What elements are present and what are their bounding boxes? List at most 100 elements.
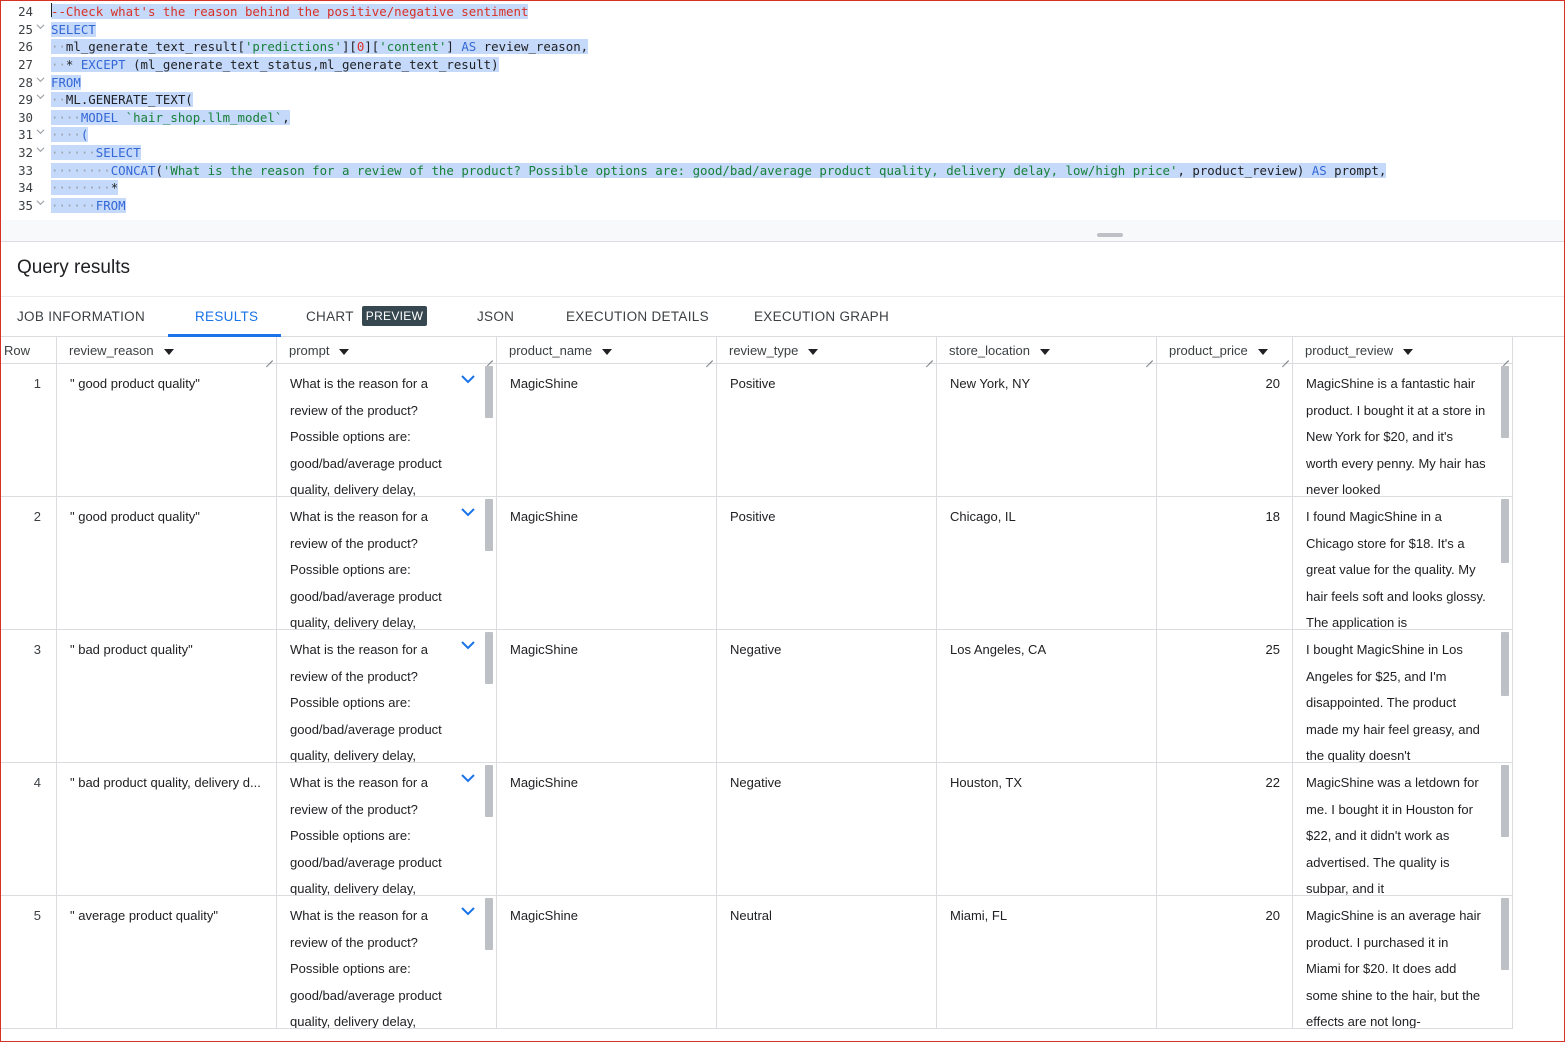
cell-scrollbar[interactable] (485, 366, 493, 494)
cell-product-review[interactable]: MagicShine is an average hair product. I… (1293, 896, 1513, 1028)
column-header-review-reason[interactable]: review_reason (57, 337, 277, 364)
cell-product-price[interactable]: 25 (1157, 630, 1293, 762)
cell-product-review[interactable]: I bought MagicShine in Los Angeles for $… (1293, 630, 1513, 762)
cell-product-name[interactable]: MagicShine (497, 497, 717, 629)
fold-chevron-icon[interactable] (36, 21, 46, 39)
code-line[interactable]: 25 SELECT (1, 21, 1564, 39)
cell-prompt[interactable]: What is the reason for a review of the p… (277, 763, 497, 895)
code-line[interactable]: 27 ··* EXCEPT (ml_generate_text_status,ml… (1, 56, 1564, 74)
cell-row[interactable]: 4 (1, 763, 57, 895)
sort-arrow-icon[interactable] (163, 339, 174, 366)
sort-arrow-icon[interactable] (1039, 339, 1050, 366)
cell-store-location[interactable]: Los Angeles, CA (937, 630, 1157, 762)
tab-execution-graph[interactable]: EXECUTION GRAPH (754, 297, 889, 337)
cell-review-type[interactable]: Positive (717, 497, 937, 629)
cell-store-location[interactable]: Miami, FL (937, 896, 1157, 1028)
code-line[interactable]: 28 FROM (1, 74, 1564, 92)
cell-review-reason[interactable]: " bad product quality, delivery d... (57, 763, 277, 895)
code-line[interactable]: 35 ······FROM (1, 197, 1564, 215)
code-line[interactable]: 26 ··ml_generate_text_result['predictions… (1, 38, 1564, 56)
cell-review-reason[interactable]: " good product quality" (57, 497, 277, 629)
cell-row[interactable]: 3 (1, 630, 57, 762)
sort-arrow-icon[interactable] (1403, 339, 1414, 366)
expand-chevron-icon[interactable] (460, 503, 476, 519)
fold-chevron-icon[interactable] (36, 126, 46, 144)
cell-review-type[interactable]: Negative (717, 763, 937, 895)
cell-scrollbar[interactable] (1501, 499, 1509, 627)
expand-chevron-icon[interactable] (460, 370, 476, 386)
expand-chevron-icon[interactable] (460, 902, 476, 918)
cell-store-location[interactable]: New York, NY (937, 364, 1157, 496)
cell-prompt[interactable]: What is the reason for a review of the p… (277, 896, 497, 1028)
cell-review-reason[interactable]: " bad product quality" (57, 630, 277, 762)
scrollbar-thumb[interactable] (1501, 499, 1509, 563)
scrollbar-thumb[interactable] (485, 632, 493, 684)
scrollbar-thumb[interactable] (485, 898, 493, 950)
cell-scrollbar[interactable] (1501, 366, 1509, 494)
code-line[interactable]: 33 ········CONCAT('What is the reason for… (1, 162, 1564, 180)
cell-row[interactable]: 5 (1, 896, 57, 1028)
cell-prompt[interactable]: What is the reason for a review of the p… (277, 497, 497, 629)
scrollbar-thumb[interactable] (1501, 632, 1509, 696)
cell-scrollbar[interactable] (1501, 898, 1509, 1026)
table-row[interactable]: 3 " bad product quality" What is the reaso… (1, 630, 1513, 763)
tab-json[interactable]: JSON (477, 297, 514, 337)
fold-chevron-icon[interactable] (36, 197, 46, 215)
cell-review-reason[interactable]: " average product quality" (57, 896, 277, 1028)
scrollbar-thumb[interactable] (485, 366, 493, 418)
cell-prompt[interactable]: What is the reason for a review of the p… (277, 630, 497, 762)
cell-prompt[interactable]: What is the reason for a review of the p… (277, 364, 497, 496)
fold-chevron-icon[interactable] (36, 144, 46, 162)
cell-scrollbar[interactable] (485, 632, 493, 760)
cell-product-price[interactable]: 22 (1157, 763, 1293, 895)
cell-review-type[interactable]: Neutral (717, 896, 937, 1028)
sort-arrow-icon[interactable] (1257, 339, 1268, 366)
cell-store-location[interactable]: Chicago, IL (937, 497, 1157, 629)
code-line[interactable]: 34 ········* (1, 179, 1564, 197)
cell-scrollbar[interactable] (1501, 765, 1509, 893)
column-resize-handle[interactable] (1145, 353, 1153, 361)
cell-scrollbar[interactable] (485, 765, 493, 893)
code-line[interactable]: 24 --Check what's the reason behind the p… (1, 3, 1564, 21)
column-header-row[interactable]: Row (1, 337, 57, 364)
cell-scrollbar[interactable] (485, 898, 493, 1026)
code-line[interactable]: 32 ······SELECT (1, 144, 1564, 162)
sort-arrow-icon[interactable] (808, 339, 819, 366)
cell-scrollbar[interactable] (485, 499, 493, 627)
tab-chart[interactable]: CHART PREVIEW (306, 297, 428, 337)
scrollbar-thumb[interactable] (485, 765, 493, 817)
code-line[interactable]: 29 ··ML.GENERATE_TEXT( (1, 91, 1564, 109)
column-header-review-type[interactable]: review_type (717, 337, 937, 364)
scrollbar-thumb[interactable] (1501, 765, 1509, 837)
cell-product-price[interactable]: 20 (1157, 896, 1293, 1028)
column-header-product-name[interactable]: product_name (497, 337, 717, 364)
column-resize-handle[interactable] (1501, 353, 1509, 361)
column-header-product-review[interactable]: product_review (1293, 337, 1513, 364)
sql-editor[interactable]: 24 --Check what's the reason behind the p… (1, 1, 1564, 220)
scrollbar-thumb[interactable] (1501, 366, 1509, 438)
cell-product-price[interactable]: 20 (1157, 364, 1293, 496)
cell-product-name[interactable]: MagicShine (497, 364, 717, 496)
column-resize-handle[interactable] (485, 353, 493, 361)
pane-splitter[interactable] (1, 220, 1564, 242)
column-header-prompt[interactable]: prompt (277, 337, 497, 364)
cell-product-review[interactable]: MagicShine was a letdown for me. I bough… (1293, 763, 1513, 895)
column-resize-handle[interactable] (925, 353, 933, 361)
column-resize-handle[interactable] (265, 353, 273, 361)
cell-row[interactable]: 2 (1, 497, 57, 629)
table-row[interactable]: 2 " good product quality" What is the reas… (1, 497, 1513, 630)
tab-results[interactable]: RESULTS (195, 297, 258, 337)
scrollbar-thumb[interactable] (1501, 898, 1509, 970)
column-resize-handle[interactable] (1281, 353, 1289, 361)
cell-product-review[interactable]: I found MagicShine in a Chicago store fo… (1293, 497, 1513, 629)
scrollbar-thumb[interactable] (485, 499, 493, 551)
column-resize-handle[interactable] (705, 353, 713, 361)
table-row[interactable]: 4 " bad product quality, delivery d... Wha… (1, 763, 1513, 896)
fold-chevron-icon[interactable] (36, 91, 46, 109)
cell-store-location[interactable]: Houston, TX (937, 763, 1157, 895)
expand-chevron-icon[interactable] (460, 636, 476, 652)
tab-job-information[interactable]: JOB INFORMATION (17, 297, 145, 337)
cell-product-name[interactable]: MagicShine (497, 896, 717, 1028)
cell-product-price[interactable]: 18 (1157, 497, 1293, 629)
code-line[interactable]: 30 ····MODEL `hair_shop.llm_model`, (1, 109, 1564, 127)
